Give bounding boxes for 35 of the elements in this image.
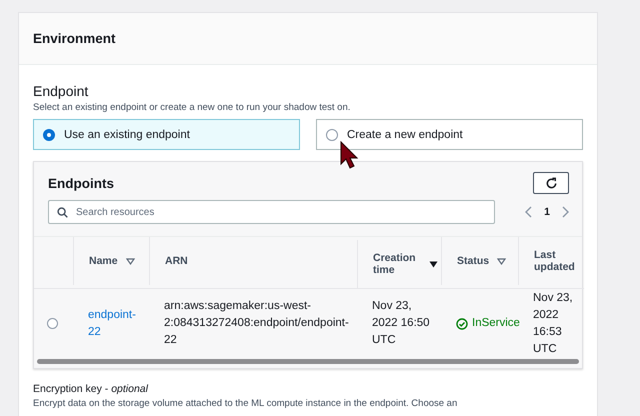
previous-page-icon[interactable]: [525, 206, 532, 218]
column-header[interactable]: Status: [457, 255, 490, 267]
panel-title: Environment: [33, 31, 116, 46]
radio-button[interactable]: [43, 128, 55, 140]
status-check-icon: [456, 318, 468, 330]
column-header[interactable]: Creation time: [373, 252, 421, 276]
sort-icon[interactable]: [497, 258, 506, 264]
section-title: Endpoint: [33, 83, 90, 99]
mouse-cursor-icon: [340, 141, 360, 171]
radio-option[interactable]: Create a new endpoint: [316, 119, 583, 150]
refresh-button[interactable]: [533, 172, 569, 194]
arn-text: arn:aws:sagemaker:us-west-2:084313272408:endpoint/endpoint-22: [164, 299, 349, 348]
status-text: InService: [472, 316, 520, 331]
sort-descending-icon[interactable]: [429, 260, 438, 268]
next-page-icon[interactable]: [562, 206, 569, 218]
column-header: Last updated: [534, 249, 576, 273]
page-number[interactable]: 1: [544, 206, 550, 218]
section-description: Select an existing endpoint or create a new one to run your shadow test on.: [33, 102, 352, 113]
row-radio-button[interactable]: [47, 318, 58, 329]
horizontal-scrollbar[interactable]: [37, 359, 579, 364]
radio-button[interactable]: [326, 128, 338, 140]
field-description: Encrypt data on the storage volume attached to the ML compute instance in the endpoint. Choose an: [33, 398, 458, 409]
sort-icon[interactable]: [126, 258, 135, 264]
last-updated: Nov 23, 2022 16:53 UTC: [533, 290, 574, 356]
refresh-icon: [544, 176, 558, 190]
column-header: ARN: [165, 255, 188, 267]
search-field[interactable]: Search resources: [48, 200, 496, 224]
field-label: Encryption key - optional: [33, 383, 150, 395]
endpoint-link[interactable]: endpoint-22: [88, 306, 139, 340]
creation-time: Nov 23, 2022 16:50 UTC: [372, 299, 431, 348]
search-icon: [57, 206, 68, 218]
radio-option[interactable]: Use an existing endpoint: [33, 119, 300, 150]
search-input[interactable]: Search resources: [76, 206, 486, 218]
column-header[interactable]: Name: [89, 255, 118, 267]
table-title: Endpoints: [48, 176, 114, 193]
